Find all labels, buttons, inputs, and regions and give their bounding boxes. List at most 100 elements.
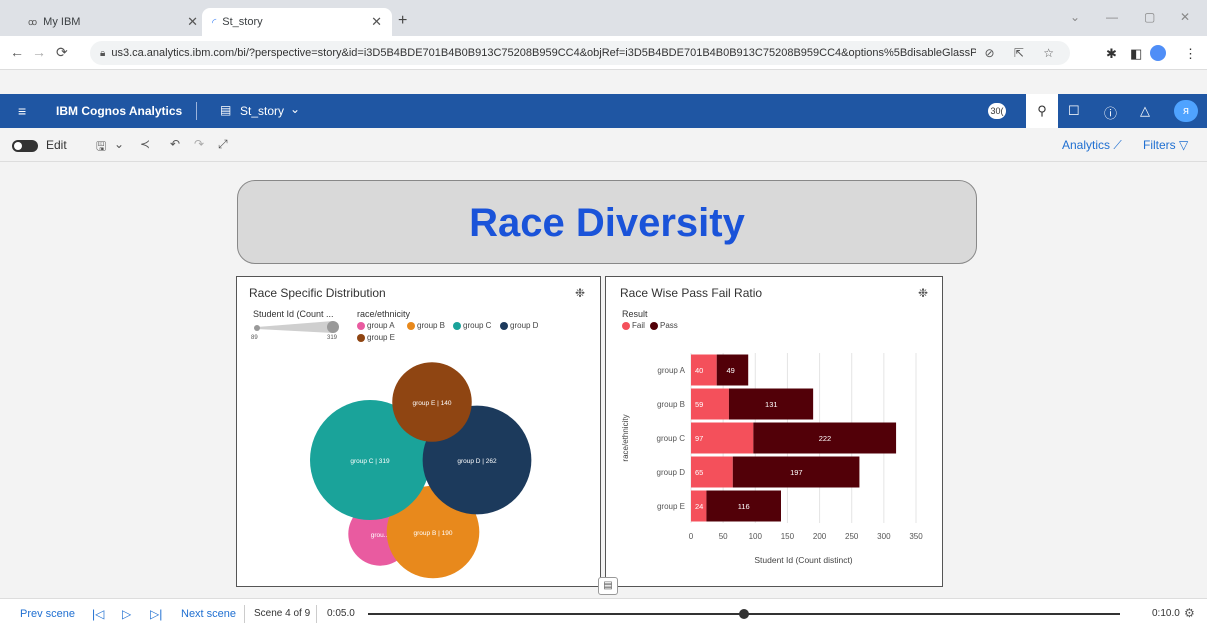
omnibox-actions[interactable]: ⊘ ⇱ ☆ [984, 46, 1070, 60]
line-chart-icon: ⟋ [1113, 138, 1122, 152]
y-tick-label: group C [657, 434, 686, 443]
sidepanel-icon[interactable]: ◧ [1130, 46, 1142, 62]
x-tick-label: 350 [909, 532, 923, 541]
timeline-scrubber[interactable] [739, 609, 749, 619]
x-tick-label: 200 [813, 532, 827, 541]
reload-icon[interactable]: ⟳ [56, 44, 68, 61]
loading-icon: ◜ [212, 16, 217, 29]
address-bar: ← → ⟳ 🔒︎ us3.ca.analytics.ibm.com/bi/?pe… [0, 36, 1207, 70]
minimize-icon[interactable]: — [1106, 10, 1118, 24]
bubble-label: group E | 140 [413, 400, 452, 407]
y-tick-label: group D [657, 468, 686, 477]
tab-title: St_story [222, 16, 263, 28]
extensions-icon[interactable]: ✱ [1106, 46, 1117, 62]
play-icon[interactable]: ▷ [122, 607, 131, 621]
kebab-menu-icon[interactable]: ⋮ [1184, 46, 1197, 62]
restore-icon[interactable]: ▢ [1144, 10, 1155, 24]
chevron-down-icon[interactable]: ⌄ [114, 137, 124, 151]
filters-button[interactable]: Filters ▽ [1143, 138, 1188, 152]
url-field[interactable]: 🔒︎ us3.ca.analytics.ibm.com/bi/?perspect… [90, 41, 1070, 65]
bubble-label: grou... [371, 532, 390, 539]
x-axis-label: Student Id (Count distinct) [754, 555, 852, 565]
story-title[interactable]: St_story [240, 104, 284, 118]
filter-icon: ▽ [1179, 138, 1189, 152]
page-title: Race Diversity [469, 201, 745, 245]
x-tick-label: 300 [877, 532, 891, 541]
notes-icon[interactable]: ▤ [598, 577, 618, 595]
search-icon[interactable]: ⚲ [1026, 94, 1058, 128]
y-tick-label: group B [657, 400, 685, 409]
divider [196, 102, 197, 120]
product-name: IBM Cognos Analytics [56, 104, 183, 118]
story-toolbar: Edit 🖫︎ ⌄ ≺ ↶ ↷ ⤢ Analytics ⟋ Filters ▽ [0, 128, 1207, 162]
help-icon[interactable]: ⓘ [1104, 103, 1117, 122]
chevron-down-icon[interactable]: ⌄ [290, 102, 300, 116]
bubble-label: group D | 262 [457, 458, 497, 465]
expand-icon[interactable]: ⤢ [218, 137, 228, 152]
bubble-label: group B | 190 [414, 530, 453, 537]
timeline-progress [368, 613, 744, 615]
x-tick-label: 250 [845, 532, 859, 541]
browser-tab-st-story[interactable]: ◜ St_story ✕ [202, 8, 392, 36]
y-tick-label: group E [657, 502, 685, 511]
story-icon: ▤ [220, 103, 232, 117]
chat-icon[interactable]: ☐ [1068, 103, 1080, 119]
ibm-icon: ꝏ [28, 16, 38, 27]
forward-icon[interactable]: → [32, 44, 46, 60]
browser-tab-my-ibm[interactable]: ꝏ My IBM ✕ [18, 8, 208, 36]
close-icon[interactable]: ✕ [187, 14, 198, 30]
profile-icon[interactable] [1150, 45, 1166, 61]
data-label: 65 [695, 468, 703, 477]
user-avatar-icon[interactable]: ᴙ [1174, 100, 1198, 122]
data-label: 197 [790, 468, 803, 477]
data-label: 49 [726, 366, 734, 375]
share-icon[interactable]: ≺ [140, 137, 150, 151]
y-axis-label: race/ethnicity [621, 414, 630, 461]
y-tick-label: group A [657, 366, 685, 375]
story-title-card[interactable]: Race Diversity [237, 180, 977, 264]
edit-toggle[interactable] [12, 140, 38, 152]
tab-title: My IBM [43, 16, 81, 28]
timeline-track[interactable] [368, 609, 1120, 619]
divider [316, 605, 317, 623]
stacked-bar-chart[interactable]: 0 50 100 150 200 250 300 350 group A 40 49 group B 5… [606, 277, 942, 586]
x-tick-label: 50 [719, 532, 728, 541]
new-tab-button[interactable]: + [398, 12, 407, 30]
app-header: ≡ IBM Cognos Analytics ▤ St_story ⌄ 30( … [0, 94, 1207, 128]
bubble-chart[interactable]: grou... group B | 190 group C | 319 group D… [237, 277, 600, 586]
data-label: 40 [695, 366, 703, 375]
hamburger-menu-icon[interactable]: ≡ [18, 103, 26, 119]
close-icon[interactable]: ✕ [371, 14, 382, 30]
notification-badge[interactable]: 30( [988, 103, 1006, 119]
gear-icon[interactable]: ⚙ [1184, 606, 1195, 620]
skip-end-icon[interactable]: ▷| [150, 607, 162, 621]
x-tick-label: 0 [689, 532, 694, 541]
rewind-icon[interactable]: |◁ [92, 607, 104, 621]
window-close-icon[interactable]: ✕ [1180, 10, 1190, 24]
analytics-label: Analytics [1062, 138, 1111, 152]
prev-scene-button[interactable]: Prev scene [20, 608, 75, 620]
x-tick-label: 150 [781, 532, 795, 541]
data-label: 116 [738, 502, 750, 511]
notifications-icon[interactable]: △ [1140, 103, 1150, 119]
tab-search-icon[interactable]: ⌄ [1070, 10, 1080, 24]
data-label: 24 [695, 502, 703, 511]
timeline-end-time: 0:10.0 [1152, 608, 1180, 619]
edit-label: Edit [46, 138, 67, 152]
divider [244, 605, 245, 623]
back-icon[interactable]: ← [10, 44, 24, 60]
filters-label: Filters [1143, 138, 1176, 152]
next-scene-button[interactable]: Next scene [181, 608, 236, 620]
timeline-start-time: 0:05.0 [327, 608, 355, 619]
scene-indicator: Scene 4 of 9 [254, 608, 311, 619]
race-distribution-panel[interactable]: Race Specific Distribution ❉ Student Id … [236, 276, 601, 587]
scene-timeline: Prev scene |◁ ▷ ▷| Next scene Scene 4 of… [0, 598, 1207, 628]
lock-icon: 🔒︎ [100, 47, 106, 59]
undo-icon[interactable]: ↶ [170, 137, 180, 151]
analytics-button[interactable]: Analytics ⟋ [1062, 138, 1122, 153]
data-label: 97 [695, 434, 703, 443]
redo-icon[interactable]: ↷ [194, 137, 204, 151]
pass-fail-panel[interactable]: Race Wise Pass Fail Ratio ❉ Result Fail P… [605, 276, 943, 587]
data-label: 222 [819, 434, 832, 443]
save-icon[interactable]: 🖫︎ [96, 137, 106, 158]
